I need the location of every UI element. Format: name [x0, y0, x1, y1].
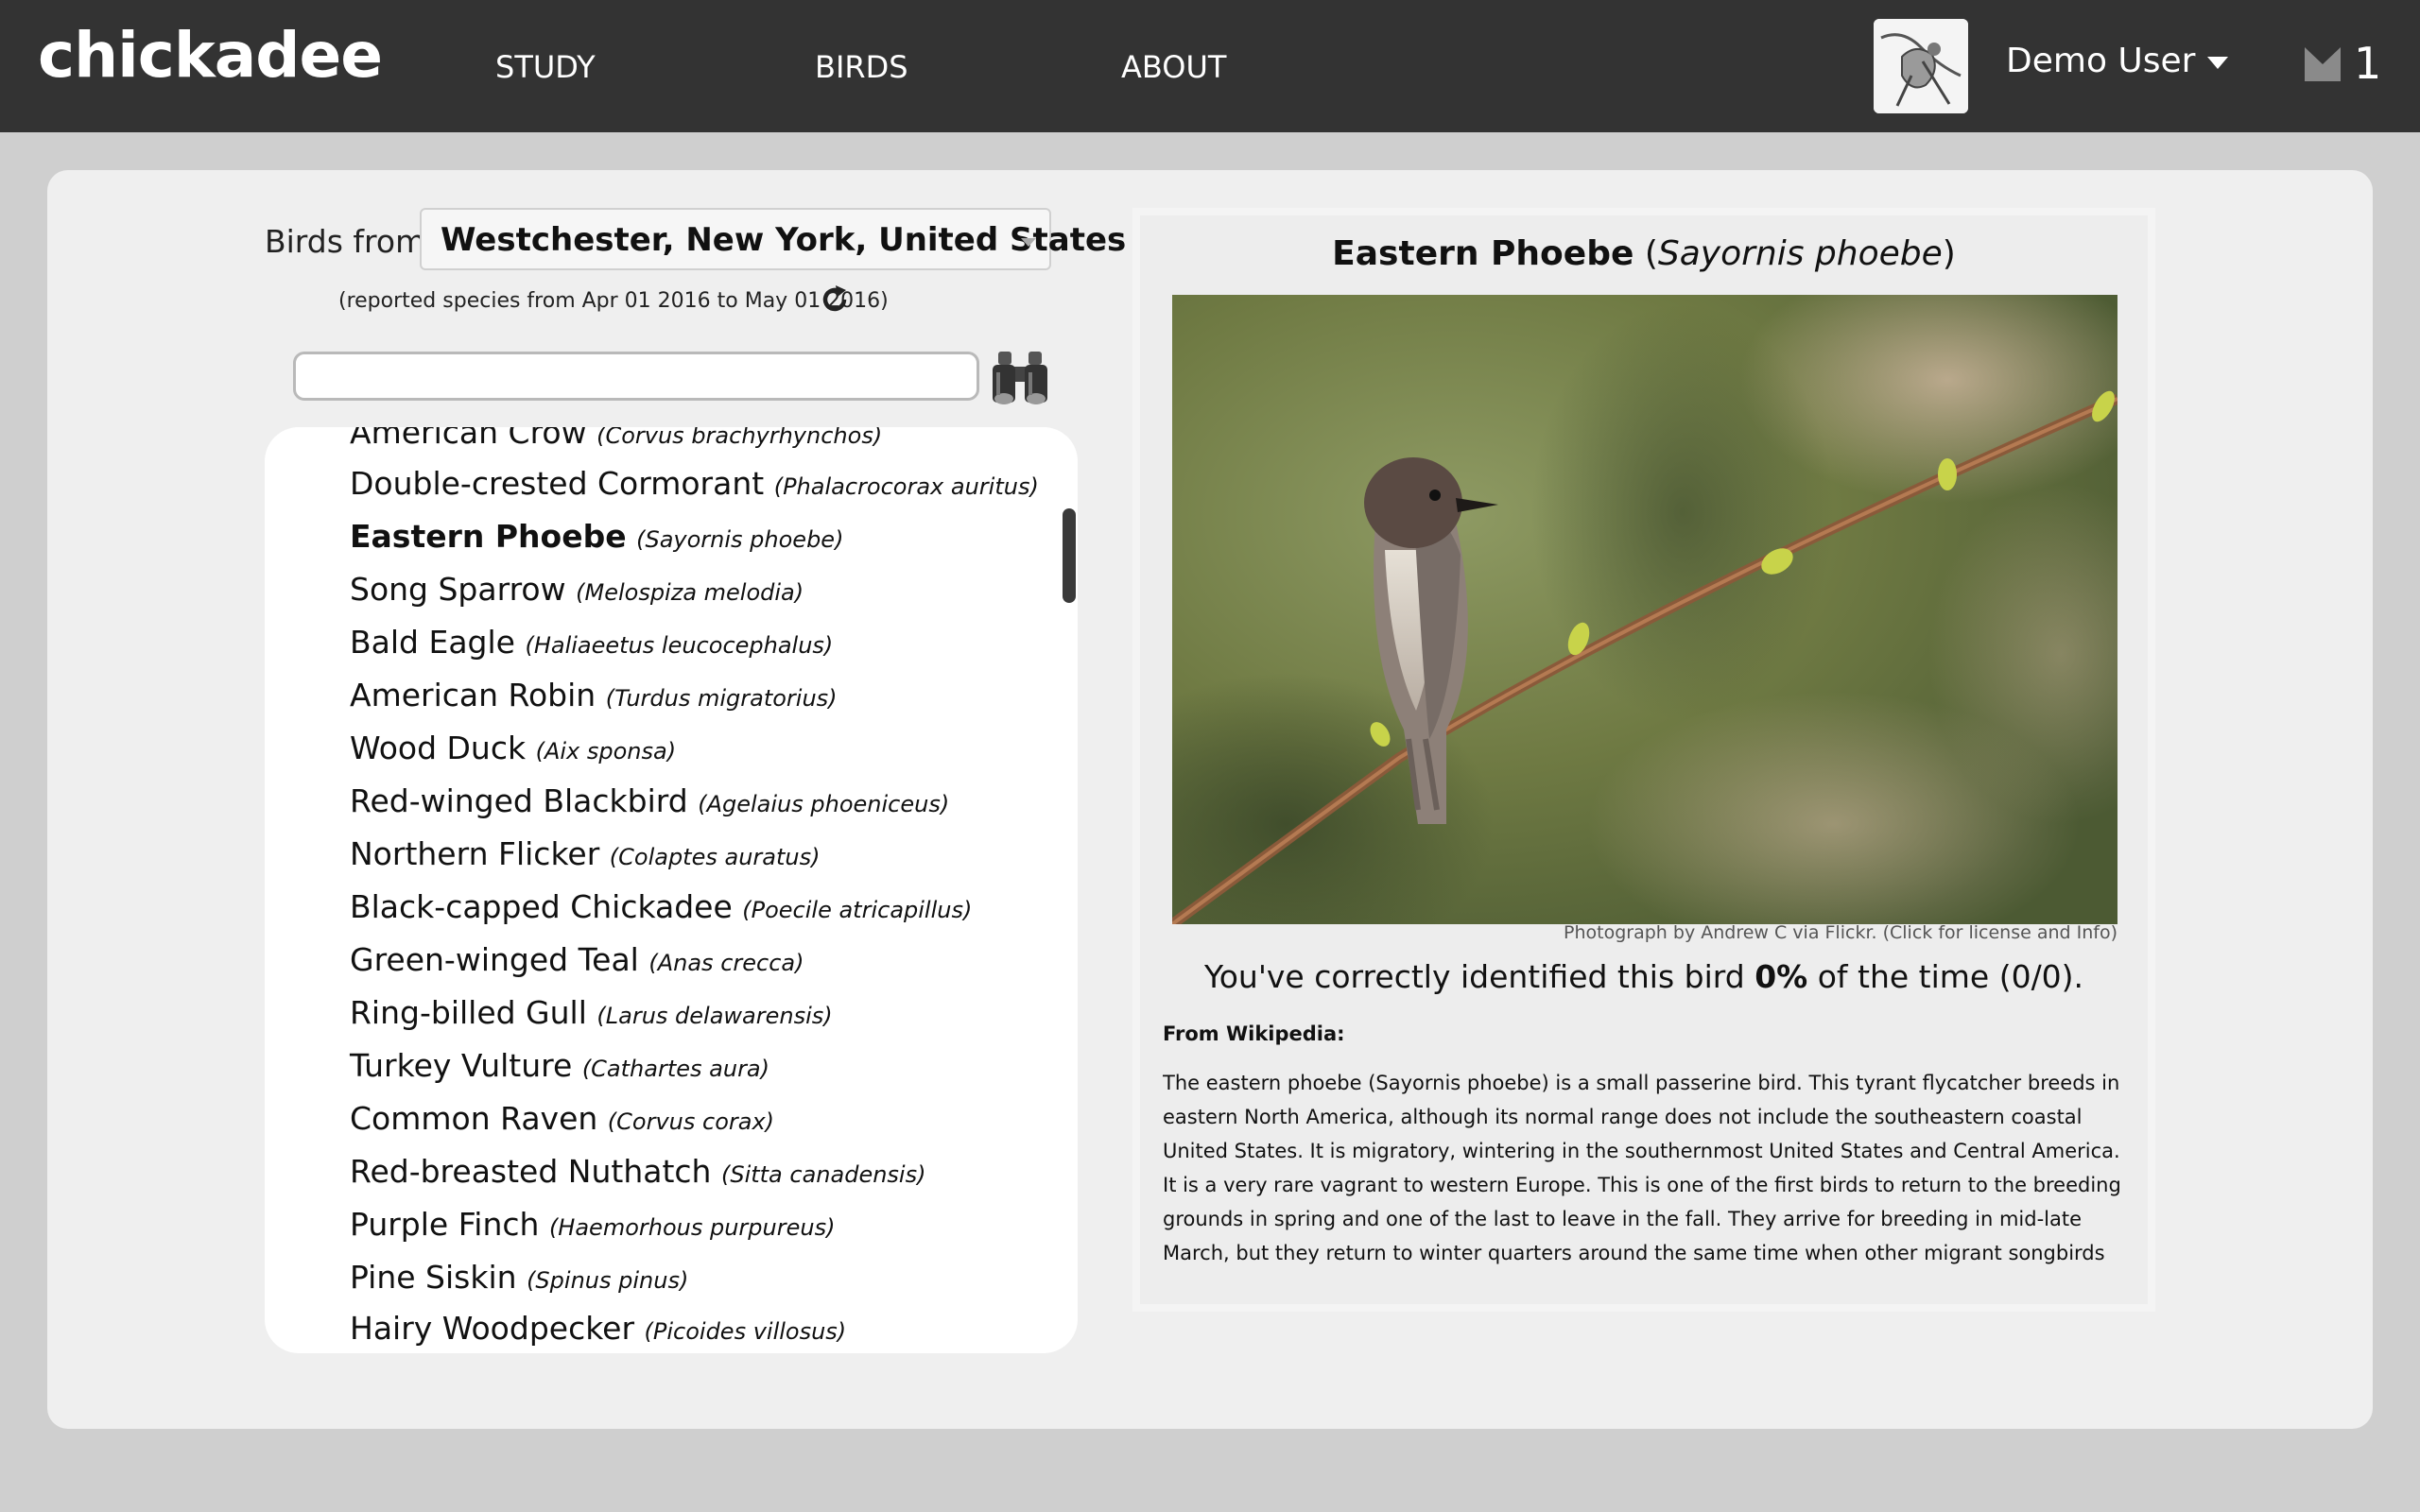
species-list-scrollbar[interactable] [1063, 508, 1076, 603]
date-range-text: (reported species from Apr 01 2016 to Ma… [338, 289, 889, 313]
species-search-input[interactable] [293, 352, 979, 401]
species-item[interactable]: American Robin (Turdus migratorius) [350, 677, 838, 713]
notification-count[interactable]: 1 [2354, 38, 2381, 89]
select-arrow-icon [1021, 238, 1036, 247]
app-logo[interactable]: chickadee [38, 19, 383, 92]
species-item[interactable]: Common Raven (Corvus corax) [350, 1100, 774, 1137]
species-item[interactable]: Black-capped Chickadee (Poecile atricapi… [350, 888, 972, 925]
bird-photo[interactable] [1172, 295, 2118, 924]
species-item[interactable]: Hairy Woodpecker (Picoides villosus) [350, 1310, 846, 1347]
nav-about[interactable]: ABOUT [1121, 49, 1226, 85]
wikipedia-heading: From Wikipedia: [1163, 1022, 1345, 1045]
species-item[interactable]: Bald Eagle (Haliaeetus leucocephalus) [350, 624, 833, 661]
species-item[interactable]: Green-winged Teal (Anas crecca) [350, 941, 804, 978]
species-item[interactable]: Song Sparrow (Melospiza melodia) [350, 571, 804, 608]
species-item[interactable]: Red-winged Blackbird (Agelaius phoeniceu… [350, 782, 949, 819]
nav-study[interactable]: STUDY [495, 49, 596, 85]
identification-stat: You've correctly identified this bird 0%… [1203, 958, 2084, 995]
species-item[interactable]: American Crow (Corvus brachyrhynchos) [350, 427, 882, 451]
binoculars-icon[interactable] [989, 350, 1051, 408]
species-item-selected[interactable]: Eastern Phoebe (Sayornis phoebe) [350, 518, 843, 555]
species-item[interactable]: Ring-billed Gull (Larus delawarensis) [350, 994, 833, 1031]
species-list[interactable]: American Crow (Corvus brachyrhynchos) Do… [265, 427, 1078, 1353]
species-item[interactable]: Wood Duck (Aix sponsa) [350, 730, 676, 766]
refresh-icon[interactable] [819, 284, 851, 316]
species-item[interactable]: Double-crested Cormorant (Phalacrocorax … [350, 465, 1039, 502]
location-select[interactable]: Westchester, New York, United States [420, 208, 1126, 270]
user-name[interactable]: Demo User [2006, 42, 2195, 80]
photo-credit-link[interactable]: Photograph by Andrew C via Flickr. (Clic… [1172, 922, 2118, 943]
notification-icon[interactable] [2303, 43, 2342, 83]
species-item[interactable]: Pine Siskin (Spinus pinus) [350, 1259, 688, 1296]
user-avatar[interactable] [1874, 19, 1968, 113]
species-item[interactable]: Red-breasted Nuthatch (Sitta canadensis) [350, 1153, 925, 1190]
bird-detail-title: Eastern Phoebe (Sayornis phoebe) [1332, 234, 1956, 273]
top-nav-bar: chickadee STUDY BIRDS ABOUT Demo User 1 [0, 0, 2420, 132]
wikipedia-excerpt: The eastern phoebe (Sayornis phoebe) is … [1163, 1072, 2121, 1264]
nav-birds[interactable]: BIRDS [815, 49, 908, 85]
user-menu-caret-icon[interactable] [2207, 57, 2228, 69]
species-item[interactable]: Northern Flicker (Colaptes auratus) [350, 835, 820, 872]
species-item[interactable]: Turkey Vulture (Cathartes aura) [350, 1047, 769, 1084]
species-item[interactable]: Purple Finch (Haemorhous purpureus) [350, 1206, 835, 1243]
birds-from-label: Birds from [265, 223, 426, 260]
